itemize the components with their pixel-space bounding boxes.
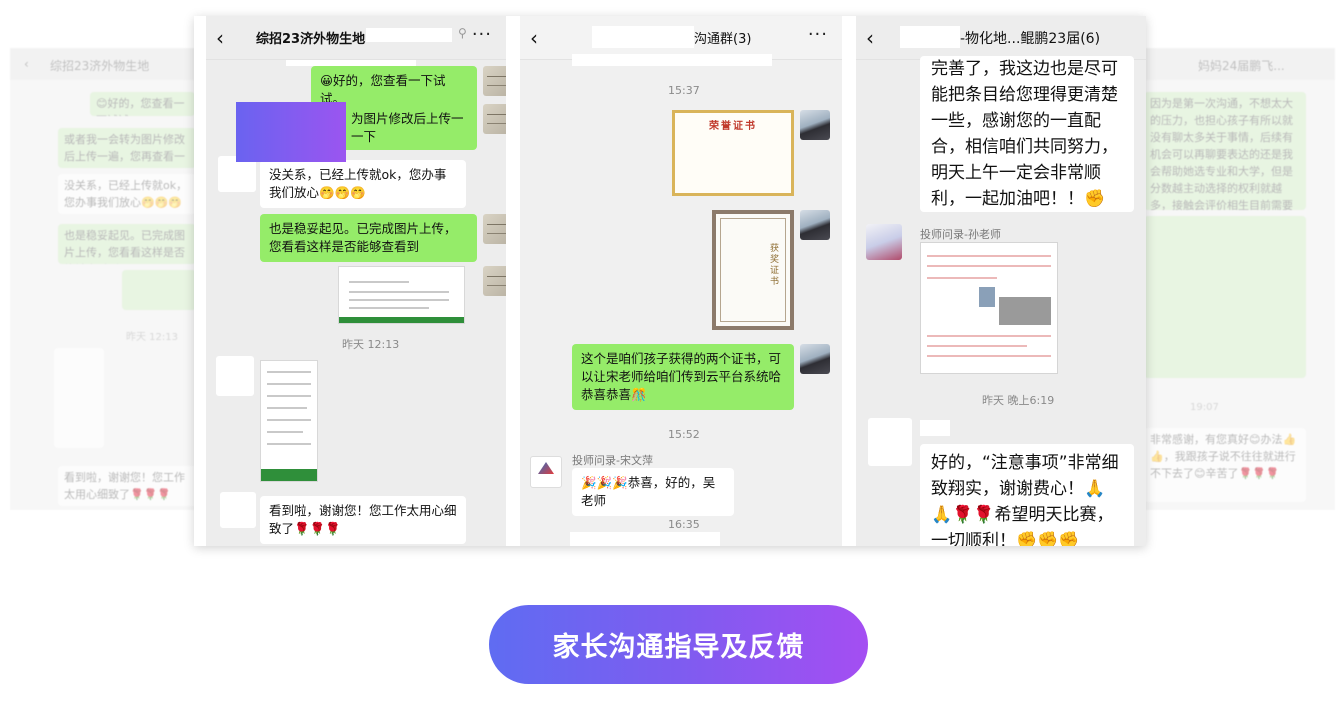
- teacher-avatar: [483, 266, 506, 296]
- background-right-bubble: 非常感谢，有您真好😊办法👍👍，我跟孩子说不往往就进行不下去了😊辛苦了🌹🌹🌹: [1144, 428, 1306, 502]
- background-left-bubble: 😊好的，您查看一下试试。: [90, 92, 195, 116]
- honor-certificate-image[interactable]: 荣誉证书: [672, 110, 794, 196]
- page: ‹ 综招23济外物生地 😊好的，您查看一下试试。 或者我一会转为图片修改后上传一…: [0, 0, 1340, 719]
- parent-avatar: [220, 492, 256, 528]
- teacher-avatar: [800, 344, 830, 374]
- background-left-back-icon: ‹: [24, 57, 29, 71]
- background-right-time: 19:07: [1190, 402, 1219, 413]
- background-left-title: 综招23济外物生地: [50, 59, 150, 73]
- chat-1-message: 没关系，已经上传就ok，您办事我们放心🤭🤭🤭: [260, 160, 466, 208]
- back-icon[interactable]: ‹: [866, 26, 874, 50]
- background-right-bubble: 因为是第一次沟通，不想太大的压力，也担心孩子有所以就没有聊太多关于事情，后续有机…: [1144, 92, 1306, 210]
- teacher-avatar: [483, 104, 506, 134]
- background-left-bubble: 也是稳妥起见。已完成图片上传，您看看这样是否能够查看到: [58, 224, 196, 264]
- certificate-title: 获奖证书: [770, 244, 780, 287]
- background-left-image: [122, 270, 196, 310]
- chat-1-message: 也是稳妥起见。已完成图片上传，您看看这样是否能够查看到: [260, 214, 477, 262]
- chat-3-sender-name: 投师问录-孙老师: [920, 228, 1001, 241]
- chat-window-2: ‹ 沟通群(3) ··· 15:37 荣誉证书 获奖证书 这个是咱们孩子获得的两…: [520, 16, 842, 546]
- document-image[interactable]: [260, 360, 318, 482]
- chat-collage: ‹ 综招23济外物生地 ⚲ ··· 😀好的，您查看一下试试。 为图片修改后上传一…: [194, 16, 1146, 546]
- teacher-avatar: [800, 110, 830, 140]
- portrait-photo: [979, 287, 995, 307]
- teacher-avatar: [800, 210, 830, 240]
- background-left-time: 昨天 12:13: [126, 332, 178, 343]
- chat-window-3: ‹ -物化地...鲲鹏23届(6) 完善了，我这边也是尽可能把条目给您理得更清楚…: [856, 16, 1146, 546]
- chat-1-timestamp: 昨天 12:13: [342, 338, 400, 351]
- screenshot-image[interactable]: [920, 242, 1058, 374]
- background-left-bubble: 或者我一会转为图片修改后上传一遍，您再查看一下: [58, 128, 196, 168]
- teacher-avatar: [866, 224, 902, 260]
- parent-avatar: [216, 356, 254, 396]
- photo-strip: [999, 297, 1051, 325]
- purple-overlay-block: [236, 102, 346, 162]
- background-right-image: [1144, 216, 1306, 378]
- organization-logo-avatar: [530, 456, 562, 488]
- chat-2-sender-name: 投师问录-宋文萍: [572, 454, 653, 467]
- banner-label: 家长沟通指导及反馈: [552, 632, 805, 663]
- redaction-mask: [900, 26, 960, 48]
- chat-2-timestamp: 16:35: [668, 518, 700, 531]
- chat-3-topbar: ‹ -物化地...鲲鹏23届(6): [856, 16, 1146, 60]
- more-icon[interactable]: ···: [472, 24, 492, 45]
- background-right-title: 妈妈24届鹏飞...: [1198, 59, 1285, 73]
- certificate-title: 荣誉证书: [709, 121, 757, 132]
- award-certificate-image[interactable]: 获奖证书: [712, 210, 794, 330]
- document-image[interactable]: [338, 266, 465, 324]
- chat-1-message: 看到啦，谢谢您！您工作太用心细致了🌹🌹🌹: [260, 496, 466, 544]
- chat-1-message-line: 一下: [351, 129, 377, 144]
- chat-3-title: -物化地...鲲鹏23届(6): [960, 31, 1101, 47]
- redaction-mask: [570, 532, 720, 546]
- chat-3-message: 好的，“注意事项”非常细致翔实，谢谢费心！🙏🙏🌹🌹希望明天比赛，一切顺利！✊✊✊: [920, 444, 1134, 546]
- chat-1-title: 综招23济外物生地: [256, 32, 366, 47]
- back-icon[interactable]: ‹: [216, 26, 224, 50]
- parent-communication-banner: 家长沟通指导及反馈: [489, 605, 868, 684]
- background-left-bubble: 没关系，已经上传就ok，您办事我们放心🤭🤭🤭: [58, 174, 196, 214]
- redaction-mask: [366, 28, 452, 42]
- chat-2-timestamp: 15:37: [668, 84, 700, 97]
- chat-2-message: 这个是咱们孩子获得的两个证书，可以让宋老师给咱们传到云平台系统哈 恭喜恭喜🎊: [572, 344, 794, 410]
- chat-1-topbar: ‹ 综招23济外物生地 ⚲ ···: [206, 16, 506, 60]
- background-chat-right: 妈妈24届鹏飞... 因为是第一次沟通，不想太大的压力，也担心孩子有所以就没有聊…: [1140, 48, 1335, 510]
- background-chat-left: ‹ 综招23济外物生地 😊好的，您查看一下试试。 或者我一会转为图片修改后上传一…: [10, 48, 200, 510]
- chat-window-1: ‹ 综招23济外物生地 ⚲ ··· 😀好的，您查看一下试试。 为图片修改后上传一…: [206, 16, 506, 546]
- background-left-bubble: 看到啦，谢谢您！您工作太用心细致了🌹🌹🌹: [58, 466, 198, 506]
- back-icon[interactable]: ‹: [530, 26, 538, 50]
- chat-3-timestamp: 昨天 晚上6:19: [982, 394, 1055, 407]
- chat-2-message: 🎉🎉🎉恭喜，好的，吴老师: [572, 468, 734, 516]
- redaction-mask: [592, 26, 694, 48]
- background-left-image: [54, 348, 104, 448]
- redaction-mask: [920, 420, 950, 436]
- chat-1-message-line: 为图片修改后上传一: [351, 111, 464, 126]
- teacher-avatar: [483, 66, 506, 96]
- chat-3-message: 完善了，我这边也是尽可能把条目给您理得更清楚一些，感谢您的一直配合，相信咱们共同…: [920, 56, 1134, 212]
- redaction-mask: [572, 54, 772, 66]
- chat-2-title: 沟通群(3): [694, 32, 752, 47]
- chat-2-timestamp: 15:52: [668, 428, 700, 441]
- mute-icon: ⚲: [458, 26, 467, 40]
- parent-avatar: [868, 418, 912, 466]
- more-icon[interactable]: ···: [808, 24, 828, 45]
- teacher-avatar: [483, 214, 506, 244]
